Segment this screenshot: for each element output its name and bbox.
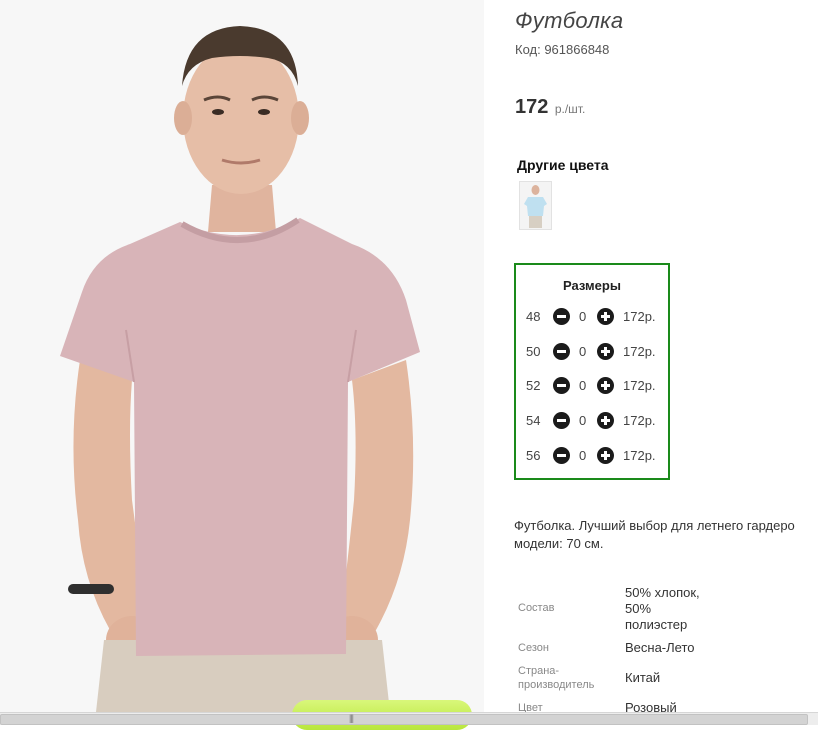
size-quantity: 0 [579, 448, 587, 463]
size-price: 172р. [623, 378, 656, 393]
minus-icon[interactable] [553, 412, 570, 429]
size-row-48: 48 0 172р. [516, 305, 668, 329]
size-row-56: 56 0 172р. [516, 444, 668, 468]
plus-icon[interactable] [597, 412, 614, 429]
price-value: 172 [515, 96, 549, 118]
size-quantity: 0 [579, 378, 587, 393]
spec-value-season: Весна-Лето [625, 640, 695, 655]
plus-icon[interactable] [597, 308, 614, 325]
size-row-54: 54 0 172р. [516, 409, 668, 433]
description-line: модели: 70 см. [514, 536, 604, 551]
horizontal-scrollbar[interactable]: ||| [0, 712, 818, 725]
price-unit: р./шт. [554, 102, 586, 116]
size-row-50: 50 0 172р. [516, 340, 668, 364]
minus-icon[interactable] [553, 377, 570, 394]
spec-label-country: Страна- производитель [518, 664, 594, 692]
size-quantity: 0 [579, 413, 587, 428]
size-price: 172р. [623, 344, 656, 359]
spec-label-season: Сезон [518, 642, 549, 654]
spec-label-line: Страна- [518, 665, 560, 677]
sizes-panel: Размеры 48 0 172р. 50 0 172р. 52 0 172р.… [514, 263, 670, 480]
size-row-52: 52 0 172р. [516, 374, 668, 398]
size-label: 56 [526, 448, 541, 463]
grip-icon: ||| [349, 713, 354, 723]
tshirt-model-photo [60, 26, 420, 712]
scrollbar-thumb[interactable]: ||| [0, 713, 808, 725]
plus-icon[interactable] [597, 447, 614, 464]
plus-icon[interactable] [597, 343, 614, 360]
spec-value-country: Китай [625, 670, 661, 685]
spec-label-composition: Состав [518, 602, 555, 614]
plus-icon[interactable] [597, 377, 614, 394]
spec-value-line: 50% [625, 601, 652, 616]
spec-label-line: производитель [518, 679, 595, 691]
spec-value-line: 50% хлопок, [625, 585, 700, 600]
sizes-heading: Размеры [563, 278, 621, 293]
size-label: 48 [526, 309, 541, 324]
size-label: 54 [526, 413, 541, 428]
spec-value-line: полиэстер [625, 617, 688, 632]
size-label: 52 [526, 378, 541, 393]
product-code: Код: 961866848 [515, 42, 610, 57]
size-price: 172р. [623, 413, 656, 428]
description-line: Футболка. Лучший выбор для летнего гарде… [514, 518, 795, 533]
product-description: Футболка. Лучший выбор для летнего гарде… [514, 517, 818, 553]
minus-icon[interactable] [553, 343, 570, 360]
size-label: 50 [526, 344, 541, 359]
other-colors-heading: Другие цвета [517, 157, 609, 173]
minus-icon[interactable] [553, 447, 570, 464]
color-variant-thumbnail[interactable] [519, 181, 552, 230]
product-title: Футболка [515, 8, 624, 33]
product-photo[interactable] [0, 0, 484, 712]
product-price: 172 р./шт. [515, 96, 585, 119]
minus-icon[interactable] [553, 308, 570, 325]
light-blue-tshirt-thumbnail [524, 185, 547, 228]
size-price: 172р. [623, 309, 656, 324]
size-price: 172р. [623, 448, 656, 463]
spec-value-composition: 50% хлопок, 50% полиэстер [625, 585, 700, 633]
size-quantity: 0 [579, 309, 587, 324]
size-quantity: 0 [579, 344, 587, 359]
